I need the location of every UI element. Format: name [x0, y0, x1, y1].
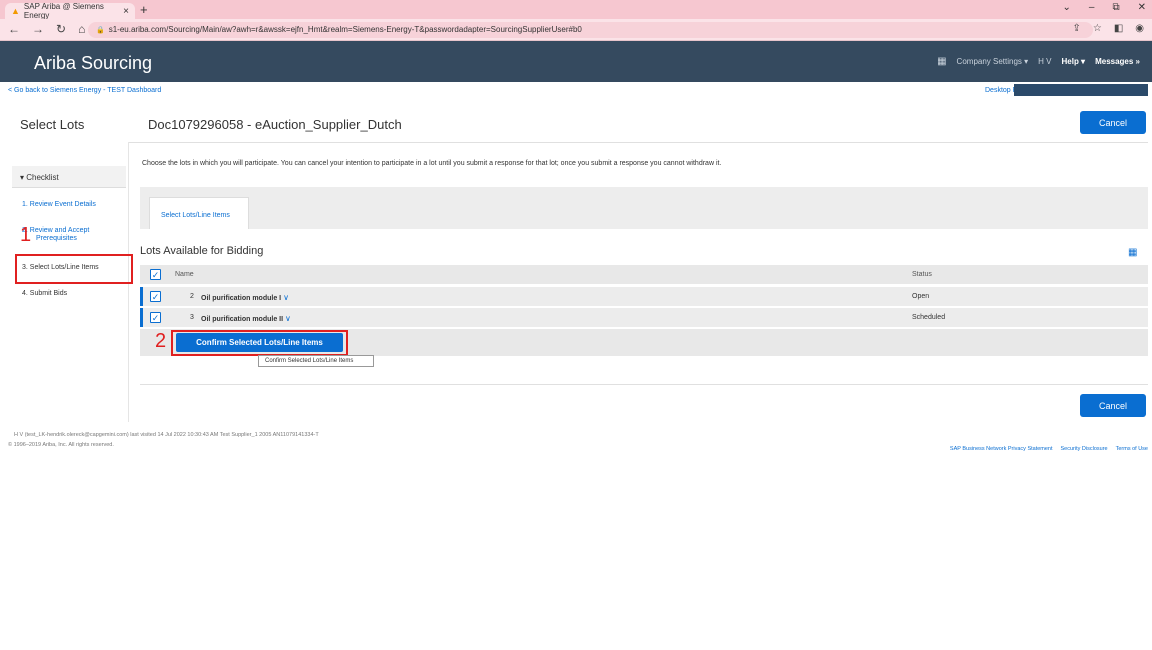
tab-search-icon[interactable]: ⌄	[1063, 2, 1071, 13]
browser-actions: ⇪ ☆ ◧ ◉	[1072, 23, 1144, 34]
privacy-statement-link[interactable]: SAP Business Network Privacy Statement	[950, 446, 1053, 452]
chevron-down-icon[interactable]: ∨	[285, 314, 291, 323]
row-selected-indicator	[140, 308, 143, 327]
table-options-icon[interactable]: ▦	[1128, 247, 1137, 258]
checklist-step-prerequisites[interactable]: 2. Review and Accept	[22, 227, 89, 234]
instruction-text: Choose the lots in which you will partic…	[142, 160, 722, 167]
confirm-tooltip: Confirm Selected Lots/Line Items	[258, 355, 374, 367]
app-grid-icon[interactable]: ▦	[937, 56, 946, 67]
back-arrow-icon[interactable]: ←	[8, 22, 20, 36]
lot-name[interactable]: Oil purification module II	[201, 316, 283, 323]
divider	[140, 384, 1148, 385]
footer-links: SAP Business Network Privacy Statement S…	[950, 446, 1148, 452]
window-controls: ⌄ – ⧉ ✕	[1063, 2, 1146, 13]
address-bar-row: ← → ↻ ⌂ 🔒 s1-eu.ariba.com/Sourcing/Main/a…	[0, 19, 1152, 41]
annotation-number-2: 2	[155, 330, 167, 352]
column-header-name: Name	[175, 271, 194, 278]
annotation-highlight-confirm	[171, 330, 348, 356]
page-left-title: Select Lots	[20, 117, 85, 132]
footer-user-info: H V (test_LK-hendrik.olereck@capgemini.c…	[14, 432, 319, 438]
lots-table-header: ✓ Name Status	[140, 265, 1148, 284]
share-icon[interactable]: ⇪	[1072, 23, 1080, 34]
cancel-button-top[interactable]: Cancel	[1080, 111, 1146, 134]
header-menu: ▦ Company Settings ▾ H V Help ▾ Messages…	[937, 56, 1140, 67]
browser-tab[interactable]: ▲ SAP Ariba @ Siemens Energy ×	[5, 2, 135, 20]
lot-status: Open	[912, 293, 930, 300]
terms-of-use-link[interactable]: Terms of Use	[1116, 446, 1148, 452]
footer-copyright: © 1996–2019 Ariba, Inc. All rights reser…	[8, 442, 114, 448]
lot-status: Scheduled	[912, 314, 946, 321]
new-tab-button[interactable]: +	[140, 2, 148, 17]
star-icon[interactable]: ☆	[1093, 23, 1102, 34]
table-row[interactable]: ✓ 3 Oil purification module II ∨ Schedul…	[140, 307, 1148, 327]
browser-tab-title: SAP Ariba @ Siemens Energy	[23, 2, 104, 20]
close-window-icon[interactable]: ✕	[1138, 2, 1146, 13]
reload-icon[interactable]: ↻	[56, 22, 66, 36]
sidebar-icon[interactable]: ◧	[1114, 23, 1123, 34]
app-title: Ariba Sourcing	[34, 53, 153, 73]
restore-icon[interactable]: ⧉	[1112, 2, 1119, 13]
messages-menu[interactable]: Messages »	[1095, 57, 1140, 66]
cancel-button-bottom[interactable]: Cancel	[1080, 394, 1146, 417]
lock-icon: 🔒	[96, 27, 105, 34]
annotation-number-1: 1	[20, 224, 32, 246]
security-disclosure-link[interactable]: Security Disclosure	[1061, 446, 1108, 452]
checklist-step-prerequisites-cont[interactable]: Prerequisites	[36, 235, 77, 242]
help-menu[interactable]: Help ▾	[1062, 57, 1086, 66]
warning-icon: ▲	[11, 6, 20, 16]
lot-number: 3	[190, 314, 194, 321]
select-all-checkbox[interactable]: ✓	[150, 269, 161, 280]
doc-title: Doc1079296058 - eAuction_Supplier_Dutch	[148, 117, 402, 132]
row-checkbox[interactable]: ✓	[150, 312, 161, 323]
chevron-down-icon[interactable]: ∨	[283, 293, 289, 302]
tab-select-lots[interactable]: Select Lots/Line Items	[149, 197, 249, 229]
divider	[128, 142, 1148, 143]
lot-number: 2	[190, 293, 194, 300]
checklist-step-submit-bids[interactable]: 4. Submit Bids	[22, 290, 67, 297]
back-to-dashboard-link[interactable]: < Go back to Siemens Energy - TEST Dashb…	[8, 87, 161, 94]
redacted-box	[1014, 84, 1148, 96]
checklist-header[interactable]: ▾ Checklist	[12, 166, 126, 188]
lots-section-title: Lots Available for Bidding	[140, 245, 264, 257]
lot-name[interactable]: Oil purification module I	[201, 295, 281, 302]
app-header: Ariba Sourcing ▦ Company Settings ▾ H V …	[0, 41, 1152, 82]
row-selected-indicator	[140, 287, 143, 306]
column-header-status: Status	[912, 271, 932, 278]
home-icon[interactable]: ⌂	[78, 22, 85, 36]
row-checkbox[interactable]: ✓	[150, 291, 161, 302]
extension-icon[interactable]: ◉	[1135, 23, 1144, 34]
company-settings-menu[interactable]: Company Settings ▾	[957, 57, 1029, 66]
user-menu[interactable]: H V	[1038, 57, 1051, 66]
minimize-icon[interactable]: –	[1089, 2, 1095, 13]
forward-arrow-icon[interactable]: →	[32, 22, 44, 36]
close-tab-icon[interactable]: ×	[123, 6, 129, 17]
tab-section	[140, 187, 1148, 229]
url-text: s1-eu.ariba.com/Sourcing/Main/aw?awh=r&a…	[108, 25, 582, 34]
annotation-highlight-step	[15, 254, 133, 284]
table-row[interactable]: ✓ 2 Oil purification module I ∨ Open	[140, 286, 1148, 306]
browser-tab-bar: ▲ SAP Ariba @ Siemens Energy × + ⌄ – ⧉ ✕	[0, 0, 1152, 20]
nav-buttons: ← → ↻ ⌂	[8, 22, 85, 36]
checklist-step-review-event[interactable]: 1. Review Event Details	[22, 201, 96, 208]
url-field[interactable]: 🔒 s1-eu.ariba.com/Sourcing/Main/aw?awh=r&…	[88, 22, 1093, 38]
